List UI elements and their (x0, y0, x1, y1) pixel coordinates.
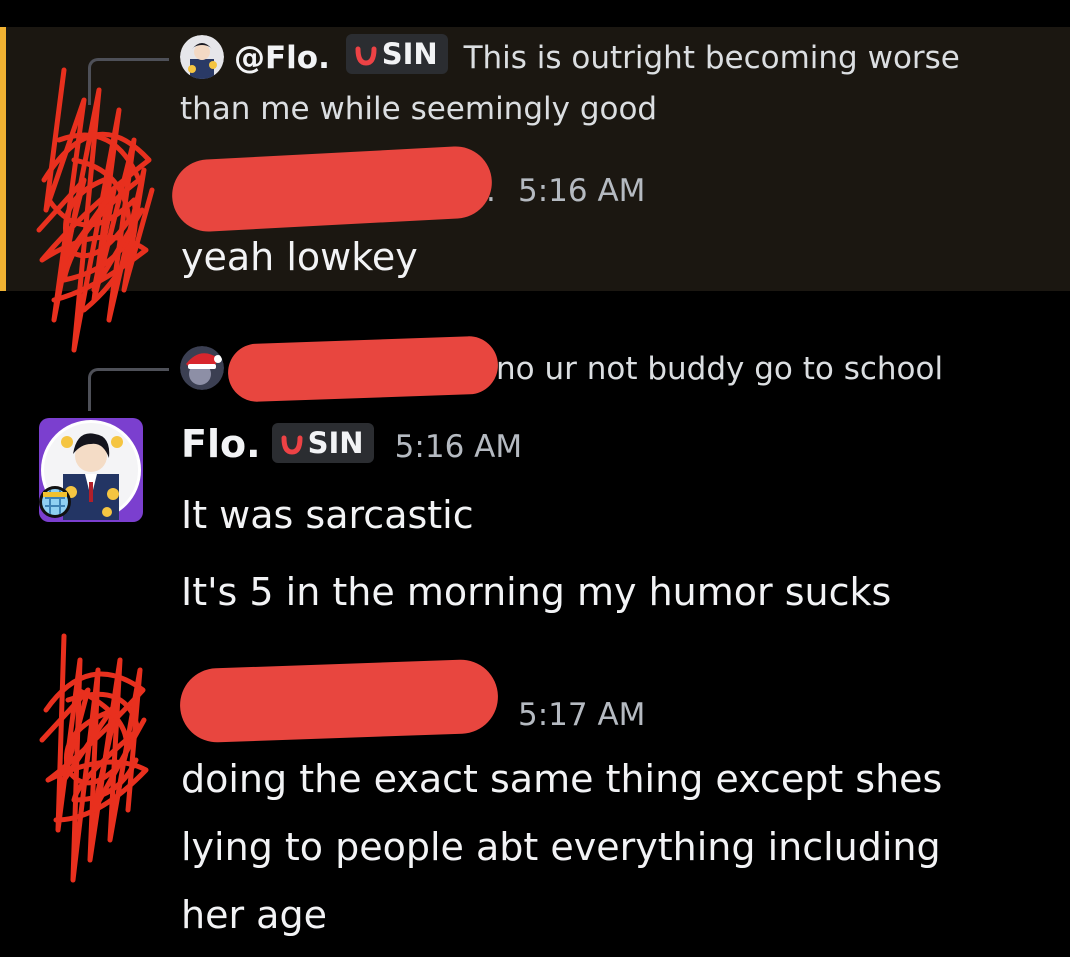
timestamp-separator: . (486, 173, 496, 209)
redacted-avatar-scribble (36, 67, 155, 353)
reply-preview-2[interactable]: no ur not buddy go to school (496, 344, 943, 394)
reply-author[interactable]: @Flo. (234, 40, 330, 76)
reply-preview-1[interactable]: @Flo. SIN This is outright becoming wors… (234, 33, 960, 83)
reply-text-continued[interactable]: than me while seemingly good (180, 91, 657, 127)
message-content: yeah lowkey (181, 235, 418, 279)
message-header: Flo. SIN 5:16 AM (181, 422, 522, 466)
message-content: It's 5 in the morning my humor sucks (181, 570, 892, 614)
message-content: lying to people abt everything including (181, 825, 941, 869)
redacted-avatar-scribble (39, 633, 149, 883)
reply-avatar[interactable] (180, 35, 224, 79)
message-timestamp[interactable]: 5:17 AM (518, 697, 645, 733)
reply-avatar[interactable] (180, 346, 224, 390)
user-avatar[interactable] (33, 412, 149, 528)
author-name[interactable]: Flo. (181, 422, 261, 466)
server-tag[interactable]: SIN (345, 34, 448, 74)
anime-avatar-icon (180, 35, 224, 79)
reply-text[interactable]: This is outright becoming worse (464, 40, 960, 76)
redacted-username (178, 658, 500, 744)
reply-preview-1-wrap[interactable]: than me while seemingly good (180, 84, 657, 134)
mention-accent-bar (0, 27, 6, 291)
server-tag[interactable]: SIN (271, 423, 374, 463)
message-timestamp[interactable]: 5:16 AM (518, 173, 645, 209)
redacted-reply-username (227, 335, 499, 403)
message-content: doing the exact same thing except shes (181, 757, 943, 801)
reply-spine (88, 368, 169, 411)
santa-hat-avatar-icon (180, 346, 224, 390)
message-timestamp[interactable]: 5:16 AM (395, 429, 522, 465)
tag-label: SIN (307, 426, 364, 460)
red-horseshoe-icon (355, 46, 377, 66)
red-horseshoe-icon (281, 435, 303, 455)
message-content: It was sarcastic (181, 493, 474, 537)
reply-text[interactable]: no ur not buddy go to school (496, 351, 943, 387)
tag-label: SIN (381, 37, 438, 71)
message-content: her age (181, 893, 327, 937)
